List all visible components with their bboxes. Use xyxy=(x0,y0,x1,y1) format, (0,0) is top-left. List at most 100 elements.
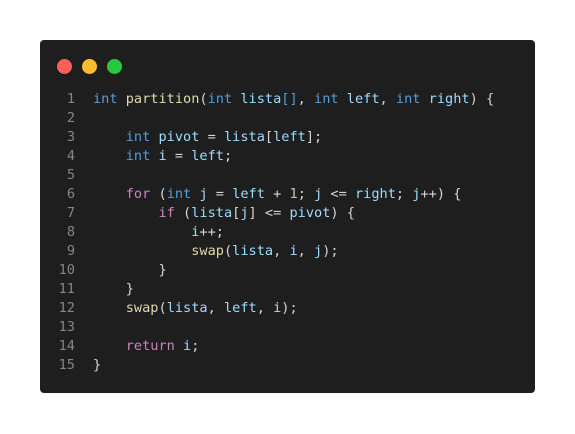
code-token: } xyxy=(93,262,167,278)
code-window: 1 int partition(int lista[], int left, in… xyxy=(40,40,535,393)
code-line: 1 int partition(int lista[], int left, in… xyxy=(40,90,535,109)
line-number: 4 xyxy=(66,148,75,164)
code-token: left xyxy=(273,129,306,145)
code-token: int xyxy=(207,91,233,107)
code-token: ; xyxy=(224,148,233,164)
code-token: ; xyxy=(395,186,413,202)
code-token: = xyxy=(166,148,192,164)
code-token: ( xyxy=(158,300,167,316)
code-token: ++) { xyxy=(420,186,462,202)
line-number: 12 xyxy=(58,300,75,316)
line-number: 1 xyxy=(66,91,75,107)
code-line: 4 int i = left; xyxy=(40,147,535,166)
code-line: 11 } xyxy=(40,280,535,299)
code-token: swap xyxy=(191,243,224,259)
code-token: i xyxy=(158,148,167,164)
code-line: 7 if (lista[j] <= pivot) { xyxy=(40,204,535,223)
code-token: right xyxy=(355,186,396,202)
code-token: , xyxy=(297,91,315,107)
code-text: int partition(int lista[], int left, int… xyxy=(75,90,494,109)
code-token: , xyxy=(207,300,224,316)
code-token: i xyxy=(183,338,192,354)
code-token: left xyxy=(191,148,224,164)
code-token: } xyxy=(93,281,134,297)
code-token: 1 xyxy=(289,186,298,202)
line-number: 11 xyxy=(58,281,75,297)
code-token: ( xyxy=(174,205,192,221)
maximize-dot-icon[interactable] xyxy=(107,59,122,74)
line-number: 10 xyxy=(58,262,75,278)
code-text: return i; xyxy=(75,337,200,356)
code-token: ++; xyxy=(199,224,224,240)
line-number: 14 xyxy=(58,338,75,354)
code-line: 3 int pivot = lista[left]; xyxy=(40,128,535,147)
code-token: ; xyxy=(191,338,200,354)
line-number: 6 xyxy=(66,186,75,202)
code-token: pivot xyxy=(289,205,331,221)
code-token: , xyxy=(273,243,290,259)
code-token: lista xyxy=(223,129,265,145)
code-token: for xyxy=(125,186,151,202)
code-text: int pivot = lista[left]; xyxy=(75,128,322,147)
line-number: 5 xyxy=(66,167,75,183)
code-token: int xyxy=(125,148,151,164)
line-number: 7 xyxy=(66,205,75,221)
code-text: } xyxy=(75,261,167,280)
code-token: int xyxy=(125,129,151,145)
line-number: 9 xyxy=(66,243,75,259)
code-token: ) { xyxy=(469,91,495,107)
code-line: 5 xyxy=(40,166,535,185)
code-token: j xyxy=(240,205,249,221)
code-text: } xyxy=(75,280,134,299)
line-number: 2 xyxy=(66,110,75,126)
line-number: 15 xyxy=(58,357,75,373)
code-token: left xyxy=(232,186,265,202)
code-token: return xyxy=(125,338,175,354)
code-line: 14 return i; xyxy=(40,337,535,356)
code-token: ] <= xyxy=(248,205,290,221)
code-text: swap(lista, i, j); xyxy=(75,242,339,261)
code-token: ); xyxy=(281,300,298,316)
code-token: , xyxy=(256,300,274,316)
code-token: lista xyxy=(191,205,233,221)
minimize-dot-icon[interactable] xyxy=(82,59,97,74)
code-text: } xyxy=(75,356,101,375)
code-token: ) { xyxy=(330,205,355,221)
close-dot-icon[interactable] xyxy=(57,59,72,74)
code-token: = xyxy=(199,129,224,145)
code-token: pivot xyxy=(158,129,200,145)
code-token: = xyxy=(207,186,233,202)
window-controls xyxy=(57,59,122,74)
code-token: ( xyxy=(199,91,208,107)
code-token: int xyxy=(314,91,339,107)
code-line: 2 xyxy=(40,109,535,128)
line-number: 8 xyxy=(66,224,75,240)
code-token: i xyxy=(289,243,298,259)
code-token: lista xyxy=(232,243,274,259)
code-token: ; xyxy=(297,186,315,202)
code-token: , xyxy=(379,91,396,107)
code-token: ); xyxy=(322,243,339,259)
code-line: 15} xyxy=(40,356,535,375)
code-text: int i = left; xyxy=(75,147,232,166)
code-line: 12 swap(lista, left, i); xyxy=(40,299,535,318)
code-token: lista xyxy=(166,300,208,316)
code-block: 1 int partition(int lista[], int left, in… xyxy=(40,90,535,375)
code-token: [] xyxy=(281,91,298,107)
code-line: 6 for (int j = left + 1; j <= right; j++… xyxy=(40,185,535,204)
code-token: , xyxy=(297,243,315,259)
